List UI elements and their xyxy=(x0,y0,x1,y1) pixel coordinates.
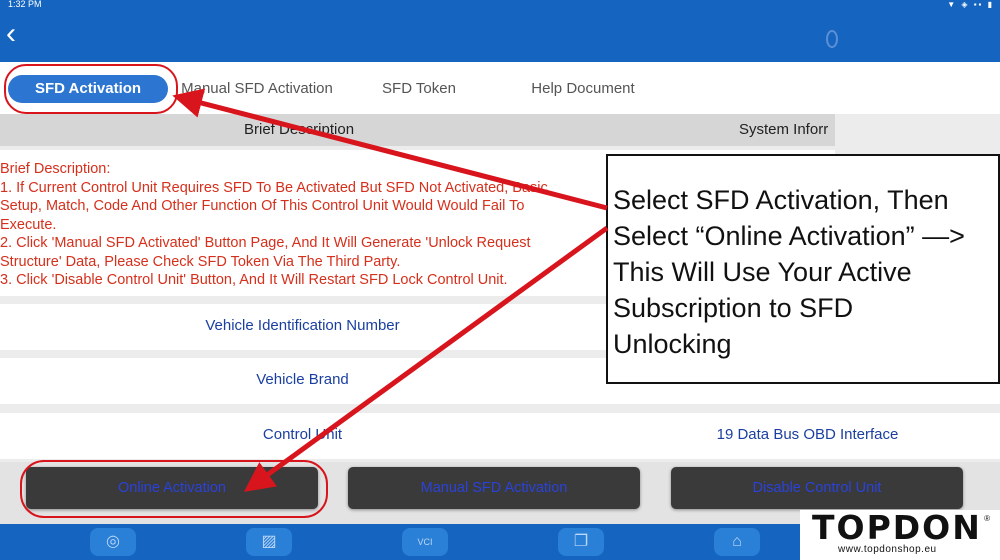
arrow-to-sfd-activation xyxy=(172,88,608,211)
topdon-watermark: TOPDON ® www.topdonshop.eu xyxy=(800,508,1000,560)
watermark-brand: TOPDON xyxy=(812,508,982,547)
watermark-reg: ® xyxy=(984,514,990,523)
annotation-arrows xyxy=(172,88,609,492)
arrow-to-online-activation xyxy=(243,225,609,492)
watermark-url: www.topdonshop.eu xyxy=(838,544,937,555)
